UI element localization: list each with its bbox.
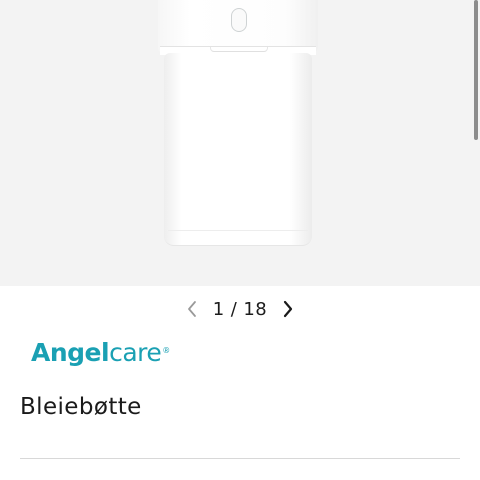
brand-logo-part2: care (109, 338, 162, 367)
counter-separator: / (230, 298, 238, 320)
product-image-gallery[interactable] (0, 0, 480, 286)
bin-lid-slot (210, 47, 268, 52)
bin-button (231, 8, 247, 32)
registered-mark: ® (162, 346, 171, 355)
chevron-left-icon (187, 301, 196, 317)
chevron-right-icon (284, 300, 293, 318)
divider (20, 458, 460, 459)
bin-body (164, 53, 312, 246)
previous-image-button[interactable] (179, 296, 205, 322)
product-page: 1/18 Angel care ® Bleiebøtte (0, 0, 480, 480)
brand-logo[interactable]: Angel care ® (31, 338, 170, 374)
product-title: Bleiebøtte (20, 394, 142, 420)
bin-body-band (168, 230, 308, 245)
scrollbar-thumb[interactable] (474, 0, 478, 140)
next-image-button[interactable] (275, 296, 301, 322)
bin-top (158, 0, 318, 52)
brand-logo-part1: Angel (31, 338, 110, 367)
image-pager: 1/18 (0, 296, 480, 322)
total-images: 18 (243, 298, 268, 320)
image-counter: 1/18 (213, 299, 267, 320)
current-image-index: 1 (212, 298, 225, 320)
